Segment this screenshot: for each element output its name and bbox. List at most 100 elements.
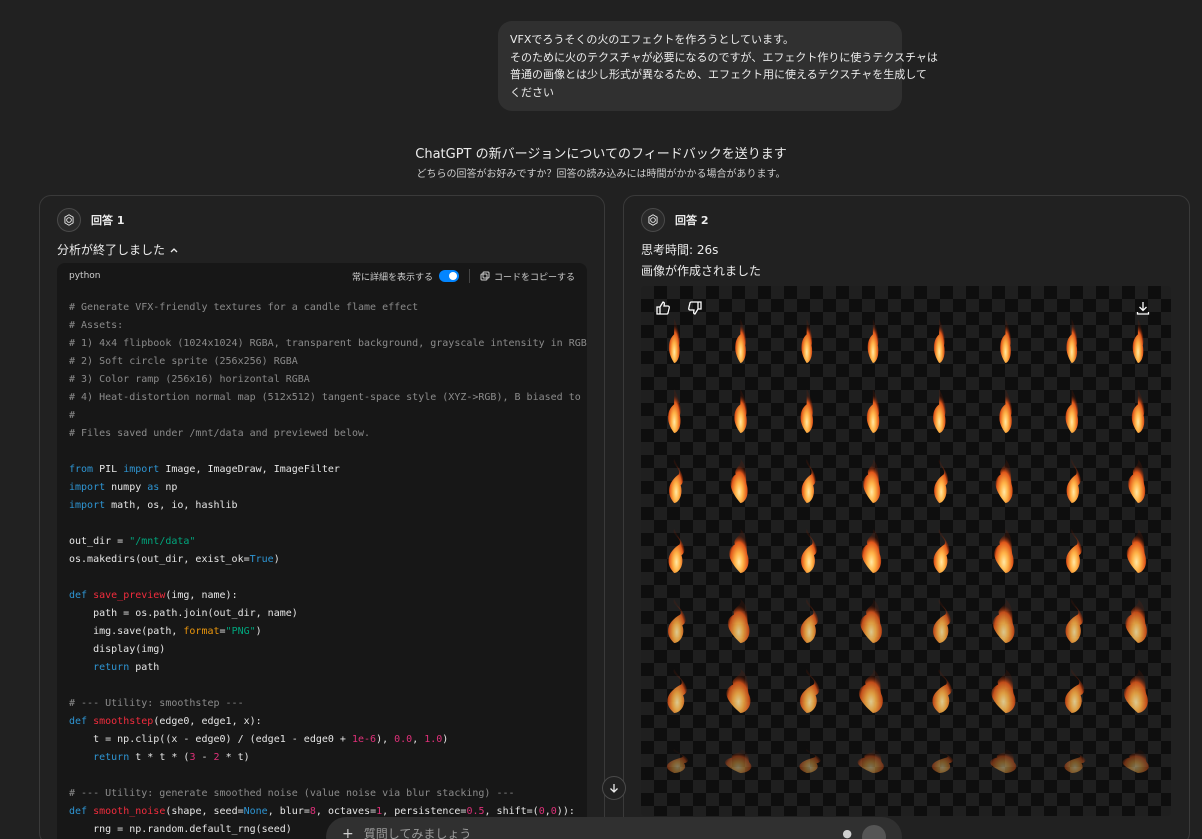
flame-frame [1066, 319, 1078, 363]
voice-mode-button[interactable] [862, 825, 886, 839]
copy-code-button[interactable]: コードをコピーする [480, 270, 575, 283]
flame-frame [1064, 749, 1086, 773]
user-message-line: VFXでろうそくの火のエフェクトを作ろうとしています。 [510, 33, 794, 46]
message-input[interactable] [363, 827, 833, 839]
flame-frame [668, 319, 680, 363]
flame-frame [734, 389, 747, 433]
composer[interactable]: + ● [326, 817, 902, 839]
code-header: python 常に詳細を表示する コードをコピーする [57, 263, 587, 289]
flame-frame [1065, 529, 1082, 573]
flame-frame [1122, 749, 1149, 773]
flame-frame [860, 599, 883, 643]
scroll-down-button[interactable] [602, 776, 626, 800]
flame-frame [1131, 389, 1145, 433]
show-details-label: 常に詳細を表示する [351, 272, 433, 283]
thinking-time[interactable]: 思考時間: 26s [641, 241, 718, 258]
flame-frame [934, 459, 949, 503]
flame-frame [1066, 459, 1081, 503]
flame-frame [1123, 669, 1149, 713]
flame-frame [730, 459, 748, 503]
user-message: VFXでろうそくの火のエフェクトを作ろうとしています。 そのために火のテクスチャ… [498, 21, 938, 111]
flame-frame [991, 669, 1016, 713]
flame-frame [1132, 319, 1144, 363]
code-content: # Generate VFX-friendly textures for a c… [69, 302, 587, 835]
flame-frame [729, 529, 749, 573]
flame-frame [799, 749, 821, 773]
feedback-subtitle: どちらの回答がお好みですか？回答の読み込みには時間がかかる場合があります。 [416, 169, 786, 180]
flame-frame [1000, 319, 1011, 363]
chevron-up-icon [170, 247, 178, 252]
flame-frame [863, 459, 881, 503]
response-2-panel[interactable]: 回答 2 思考時間: 26s 画像が作成されました [623, 195, 1190, 839]
flame-frame [799, 669, 820, 713]
mic-icon[interactable]: ● [842, 827, 852, 839]
flame-frame [666, 749, 689, 773]
user-message-line: ください [510, 85, 554, 99]
flame-frame [867, 319, 879, 363]
flame-frame [667, 669, 687, 713]
flame-frame [994, 529, 1014, 573]
flame-frame [669, 459, 684, 503]
flame-frame [801, 319, 813, 363]
image-created-label: 画像が作成されました [641, 264, 762, 278]
chatgpt-logo-icon [57, 208, 81, 232]
flame-frame [668, 389, 681, 433]
response-2-label: 回答 2 [675, 214, 709, 227]
response-1-header: 回答 1 [57, 208, 124, 232]
flame-frame [1064, 669, 1085, 713]
show-details-toggle[interactable]: 常に詳細を表示する [352, 270, 459, 283]
code-block: python 常に詳細を表示する コードをコピーする # Generate VF… [57, 263, 587, 839]
thumbs-up-icon [656, 301, 670, 315]
user-message-line: 普通の画像とは少し形式が異なるため、エフェクト用に使えるテクスチャを生成して [510, 68, 927, 81]
flame-frame [1128, 459, 1146, 503]
code-language: python [69, 271, 101, 281]
flame-frame [725, 749, 752, 773]
flame-frame [995, 459, 1013, 503]
flame-frame [800, 389, 814, 433]
response-1-panel[interactable]: 回答 1 分析が終了しました python 常に詳細を表示する コードをコピーす… [39, 195, 605, 839]
toggle-switch[interactable] [438, 270, 459, 282]
flame-frame [990, 749, 1017, 773]
flame-frame [932, 599, 951, 643]
flame-frame [933, 389, 946, 433]
flame-frame [726, 669, 751, 713]
analysis-status-text: 分析が終了しました [57, 243, 166, 257]
analysis-status[interactable]: 分析が終了しました [57, 241, 179, 258]
flame-frame [800, 529, 817, 573]
response-2-header: 回答 2 [641, 208, 708, 232]
flame-frame [858, 669, 884, 713]
divider [468, 269, 470, 283]
flame-frame [801, 459, 816, 503]
copy-icon [480, 271, 490, 281]
flame-frame [800, 599, 819, 643]
generated-image[interactable] [641, 286, 1171, 816]
thumbs-down-icon [688, 301, 702, 315]
arrow-down-icon [610, 784, 618, 793]
chatgpt-logo-icon [641, 208, 665, 232]
response-1-label: 回答 1 [91, 214, 125, 227]
flame-frame [1126, 529, 1147, 573]
flame-frame [861, 529, 882, 573]
flame-frame [735, 319, 746, 363]
flame-frame [866, 389, 880, 433]
flame-frame [999, 389, 1012, 433]
plus-icon[interactable]: + [342, 827, 354, 839]
flame-frame [1065, 389, 1079, 433]
flame-frame [933, 529, 950, 573]
flame-frame [1065, 599, 1084, 643]
flame-frame [857, 749, 884, 773]
copy-code-label: コードをコピーする [493, 272, 575, 283]
user-message-line: そのために火のテクスチャが必要になるのですが、エフェクト作りに使うテクスチャは [510, 50, 938, 64]
download-button[interactable] [1135, 300, 1155, 320]
flame-flipbook [666, 319, 1149, 773]
flame-frame [933, 319, 945, 363]
feedback-title: ChatGPT の新バージョンについてのフィードバックを送ります [415, 147, 787, 162]
thumbs-up-button[interactable] [655, 300, 675, 320]
thumbs-down-button[interactable] [687, 300, 707, 320]
flame-frame [668, 529, 685, 573]
flame-frame [992, 599, 1015, 643]
flame-frame [931, 749, 954, 773]
download-icon [1136, 302, 1150, 315]
flame-frame [932, 669, 952, 713]
flame-frame [1125, 599, 1148, 643]
